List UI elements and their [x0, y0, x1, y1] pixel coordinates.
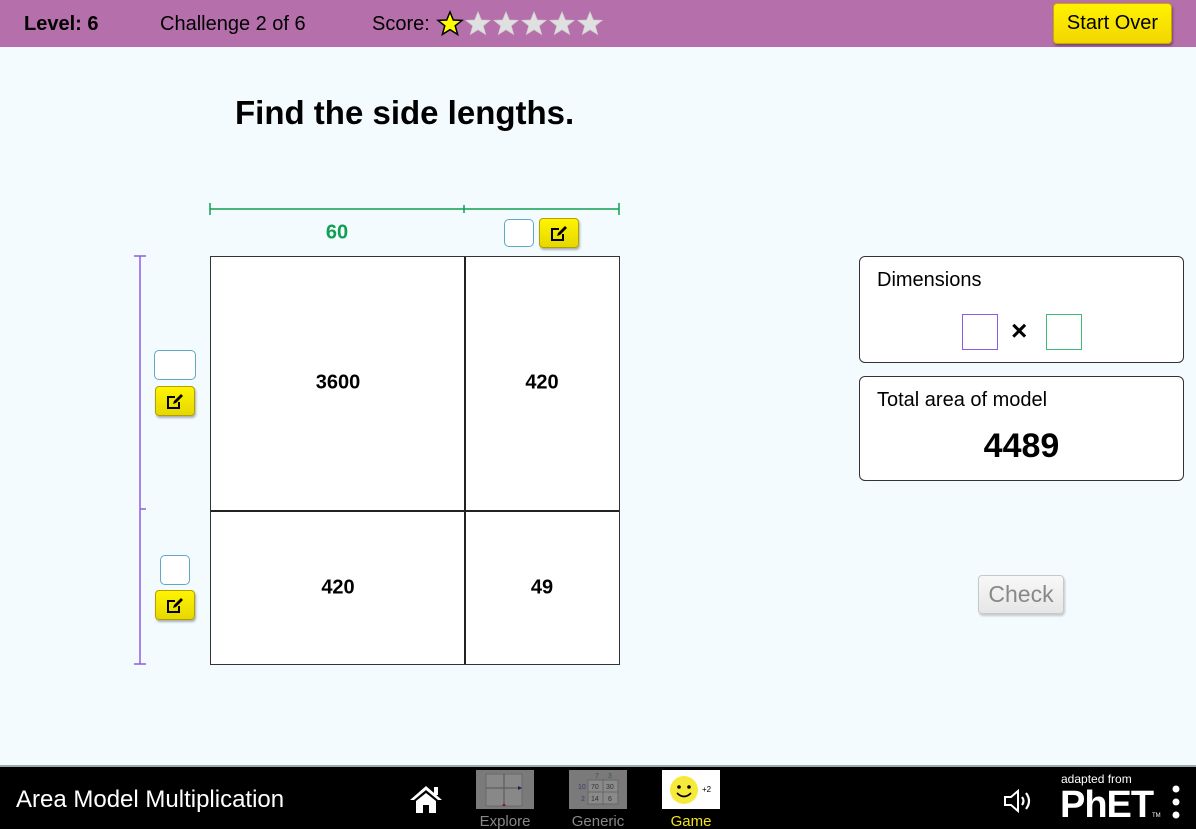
trademark-label: TM: [1152, 813, 1161, 819]
generic-thumb-top-2: 3: [608, 773, 612, 780]
dimensions-panel: Dimensions ×: [859, 256, 1184, 363]
edit-icon: [167, 598, 183, 613]
screen-label: Explore: [479, 813, 531, 829]
navigation-bar: Area Model Multiplication Explore 7 3 10…: [0, 765, 1196, 829]
grid-divider-horizontal: [211, 510, 619, 512]
dimensions-title: Dimensions: [877, 269, 982, 291]
partial-product-cell: 420: [321, 576, 355, 599]
edit-icon: [551, 226, 567, 241]
generic-thumb-cell: 14: [591, 796, 599, 803]
star-empty-icon: [464, 10, 492, 36]
sound-icon[interactable]: [1002, 786, 1038, 816]
width-partition-label: 60: [325, 221, 349, 244]
generic-thumb-cell: 70: [591, 784, 599, 791]
star-empty-icon: [576, 10, 604, 36]
width-total-input[interactable]: [1046, 314, 1082, 350]
times-symbol: ×: [1011, 315, 1028, 346]
explore-screen-icon: [476, 770, 534, 809]
screen-button-explore[interactable]: Explore: [476, 770, 534, 829]
generic-thumb-left-1: 10: [578, 784, 586, 791]
generic-thumb-cell: 6: [608, 796, 612, 803]
home-icon[interactable]: [408, 783, 444, 815]
screen-button-game[interactable]: +2 Game: [662, 770, 720, 829]
star-empty-icon: [492, 10, 520, 36]
partial-product-cell: 49: [530, 576, 554, 599]
height-partition-input-1[interactable]: [154, 350, 196, 380]
smiley-face-icon: [670, 776, 698, 804]
status-bar: Level: 6 Challenge 2 of 6 Score: Start O…: [0, 0, 1196, 47]
edit-icon: [167, 394, 183, 409]
partial-product-cell: 420: [525, 371, 559, 394]
total-area-title: Total area of model: [877, 389, 1048, 411]
width-partition-input[interactable]: [504, 219, 534, 247]
check-button[interactable]: Check: [978, 575, 1064, 614]
total-area-panel: Total area of model 4489: [859, 376, 1184, 481]
star-empty-icon: [520, 10, 548, 36]
edit-height-button-2[interactable]: [155, 590, 195, 620]
challenge-label: Challenge 2 of 6: [160, 13, 306, 35]
total-area-value: 4489: [983, 427, 1060, 465]
challenge-prompt: Find the side lengths.: [235, 94, 575, 131]
partial-product-cell: 3600: [315, 371, 361, 394]
screen-label: Generic: [571, 813, 625, 829]
start-over-button[interactable]: Start Over: [1053, 3, 1172, 44]
width-dimension-line: [209, 203, 620, 215]
star-empty-icon: [548, 10, 576, 36]
phet-logo[interactable]: PhET: [1060, 784, 1154, 827]
generic-thumb-left-2: 2: [581, 796, 585, 803]
app-title: Area Model Multiplication: [16, 786, 285, 813]
edit-height-button-1[interactable]: [155, 386, 195, 416]
height-dimension-line: [134, 255, 146, 665]
grid-divider-vertical: [464, 257, 466, 664]
area-model-grid: 3600 420 420 49: [210, 256, 620, 665]
generic-screen-icon: 7 3 10 2 70 30 14 6: [569, 770, 627, 809]
score-stars: [436, 10, 604, 37]
height-total-input[interactable]: [962, 314, 998, 350]
height-partition-input-2[interactable]: [160, 555, 190, 585]
game-screen-icon: +2: [662, 770, 720, 809]
kebab-menu-icon[interactable]: [1168, 784, 1184, 820]
generic-thumb-cell: 30: [606, 784, 614, 791]
score-label: Score:: [372, 13, 430, 35]
edit-width-button[interactable]: [539, 218, 579, 248]
game-thumb-badge: +2: [702, 785, 712, 794]
generic-thumb-top-1: 7: [595, 773, 599, 780]
star-filled-icon: [436, 10, 464, 37]
level-label: Level: 6: [24, 13, 99, 35]
screen-button-generic[interactable]: 7 3 10 2 70 30 14 6 Generic: [569, 770, 627, 829]
screen-label: Game: [670, 813, 712, 829]
